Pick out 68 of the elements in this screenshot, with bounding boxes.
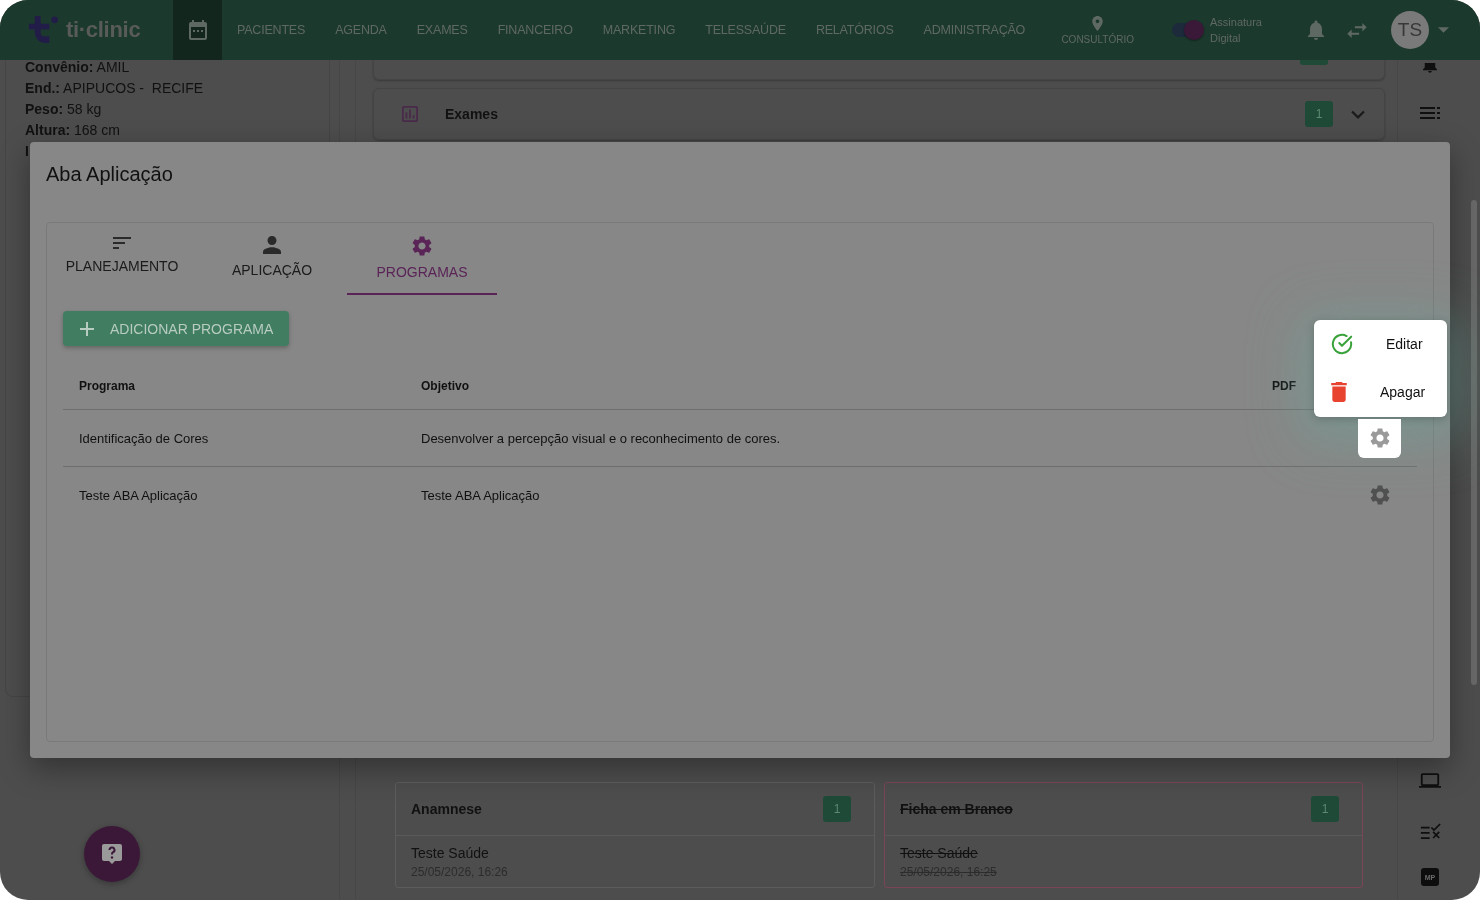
count-badge: 1 <box>823 796 851 822</box>
nav-link[interactable]: EXAMES <box>401 0 483 60</box>
user-avatar[interactable]: TS <box>1391 11 1429 49</box>
accordion-title: Exames <box>445 106 498 122</box>
nav-link[interactable]: MARKETING <box>587 0 691 60</box>
nav-link[interactable]: PACIENTES <box>222 0 321 60</box>
signature-label: Assinatura Digital <box>1210 15 1263 46</box>
nav-link[interactable]: ADMINISTRAÇÃO <box>908 0 1041 60</box>
exams-accordion[interactable]: Exames 1 <box>373 88 1385 140</box>
nav-link[interactable]: AGENDA <box>320 0 402 60</box>
count-badge: 1 <box>1305 101 1333 127</box>
menu-item[interactable]: Apagar <box>1314 368 1447 416</box>
count-badge: 1 <box>1311 796 1339 822</box>
add-program-button[interactable]: ADICIONAR PROGRAMA <box>63 311 290 346</box>
trash-icon <box>1331 382 1347 402</box>
table-cell-text: Teste ABA Aplicação <box>420 487 541 503</box>
dialog-title: Aba Aplicação <box>46 162 174 187</box>
person-icon <box>263 236 281 254</box>
nav-link[interactable]: TELESSAÚDE <box>690 0 801 60</box>
calendar-icon <box>188 20 207 40</box>
location-pin-icon <box>1092 15 1104 31</box>
scrollbar-thumb[interactable] <box>1471 200 1477 685</box>
help-chat-icon <box>102 844 122 864</box>
tab[interactable]: PLANEJAMENTO <box>47 223 197 295</box>
list-button[interactable] <box>1417 104 1443 122</box>
calendar-button[interactable] <box>173 0 222 60</box>
patient-info: Peso: 58 kg <box>25 100 102 119</box>
sort-lines-icon <box>112 236 132 250</box>
settings-icon <box>1369 485 1390 505</box>
tab[interactable]: PROGRAMAS <box>347 223 497 295</box>
caret-icon <box>1438 27 1449 33</box>
checklist-icon <box>1419 823 1441 839</box>
patient-info: End.: APIPUCOS - RECIFE <box>25 79 204 98</box>
record-entry: Teste Saúde <box>900 844 978 862</box>
column-header: Programa <box>78 378 137 393</box>
patient-info: I <box>25 142 29 161</box>
laptop-icon <box>1419 772 1441 789</box>
toggle-switch[interactable] <box>1170 20 1204 40</box>
column-header: PDF <box>1271 378 1297 393</box>
table-cell-text: Teste ABA Aplicação <box>78 487 199 503</box>
menu-item[interactable]: Editar <box>1314 320 1447 368</box>
bell-icon <box>1423 63 1437 73</box>
settings-button[interactable] <box>1358 418 1401 458</box>
table-cell-text: Identificação de Cores <box>78 430 210 446</box>
plus-icon <box>80 321 94 336</box>
bar-chart-icon <box>402 106 418 122</box>
column-header: Objetivo <box>420 378 470 393</box>
record-title: Ficha em Branco <box>900 801 1013 817</box>
list-icon <box>1420 107 1440 119</box>
count-badge <box>1300 60 1328 65</box>
notifications-button[interactable] <box>1420 60 1440 76</box>
patient-info: Altura: 168 cm <box>25 121 120 140</box>
settings-icon <box>1369 428 1390 448</box>
record-entry: Teste Saúde <box>411 844 489 862</box>
logo-icon <box>28 14 59 46</box>
gear-icon <box>412 236 432 256</box>
location-button[interactable]: CONSULTÓRIO <box>1061 15 1134 45</box>
record-title: Anamnese <box>411 801 482 817</box>
bell-icon <box>1308 20 1324 40</box>
check-circle-icon <box>1331 333 1353 355</box>
nav-link[interactable]: FINANCEIRO <box>482 0 588 60</box>
nav-link[interactable]: RELATÓRIOS <box>800 0 909 60</box>
swap-arrows-icon <box>1347 22 1367 38</box>
tab[interactable]: APLICAÇÃO <box>197 223 347 295</box>
patient-info: Convênio: AMIL <box>25 60 130 77</box>
table-cell-text: Desenvolver a percepção visual e o reconhecimento de cores. <box>420 430 782 446</box>
help-button[interactable] <box>84 826 140 882</box>
logo-text: ti·clinic <box>66 17 141 43</box>
